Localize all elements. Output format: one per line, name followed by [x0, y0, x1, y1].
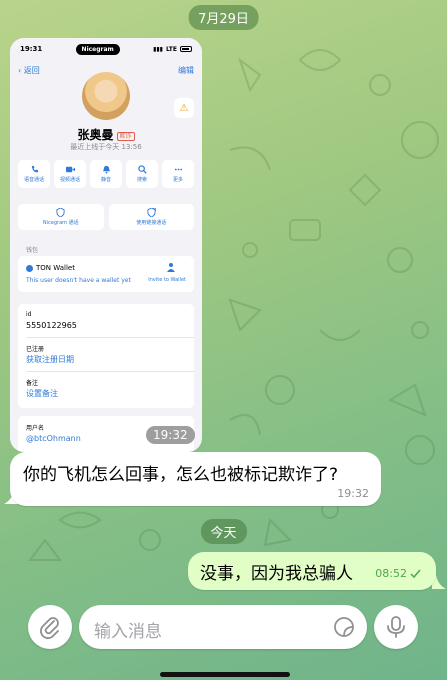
back-link: ‹ 返回: [18, 65, 40, 75]
wallet-section-label: 钱包: [26, 247, 39, 254]
action-voice-call: 语音通话: [18, 160, 50, 188]
read-check-icon: [410, 569, 421, 578]
nicegram-call-actions: Nicegram 通话 使用链接通话: [18, 204, 194, 230]
id-label: id: [26, 311, 32, 318]
battery-icon: [180, 46, 192, 52]
divider: [26, 371, 194, 372]
message-text: 没事，因为我总骗人: [200, 564, 353, 584]
action-link-call: 使用链接通话: [108, 204, 194, 230]
id-value: 5550122965: [26, 321, 77, 330]
edit-link: 编辑: [178, 65, 194, 75]
bell-icon: [102, 165, 110, 174]
message-text: 你的飞机怎么回事，怎么也被标记欺诈了?: [23, 465, 339, 485]
wallet-subtitle: This user doesn't have a wallet yet: [26, 277, 131, 284]
more-icon: [174, 168, 182, 171]
microphone-icon: [387, 616, 405, 638]
screenshot-image-message[interactable]: 19:31 Nicegram ▮▮▮ LTE ‹ 返回 编辑 ⚠ 张奥曼 欺诈 最…: [10, 38, 202, 452]
dynamic-island: Nicegram: [75, 43, 120, 55]
video-icon: [65, 166, 75, 173]
voice-record-button[interactable]: [374, 605, 418, 649]
ton-icon: [26, 264, 33, 272]
registered-value: 获取注册日期: [26, 355, 74, 364]
outgoing-message[interactable]: 没事，因为我总骗人 08:52: [188, 552, 436, 590]
status-indicators: ▮▮▮ LTE: [153, 46, 192, 53]
phone-link-icon: [147, 208, 156, 217]
message-meta: 08:52: [375, 567, 424, 580]
username-value: @btcOhmann: [26, 434, 81, 443]
profile-info-card: id 5550122965 已注册 获取注册日期 备注 设置备注: [18, 304, 194, 408]
action-more: 更多: [162, 160, 194, 188]
date-pill: 7月29日: [188, 5, 259, 30]
scam-badge: 欺诈: [116, 132, 135, 141]
sticker-icon[interactable]: [333, 616, 355, 638]
message-time: 08:52: [375, 567, 407, 580]
status-time: 19:31: [20, 45, 43, 53]
action-search: 搜索: [126, 160, 158, 188]
profile-actions: 语音通话 视频通话 静音 搜索 更多: [18, 160, 194, 188]
registered-label: 已注册: [26, 346, 45, 353]
action-nicegram-call: Nicegram 通话: [18, 204, 104, 230]
username-label: 用户名: [26, 425, 45, 432]
phone-status-bar: 19:31 Nicegram ▮▮▮ LTE: [10, 38, 202, 60]
profile-name: 张奥曼 欺诈: [10, 126, 202, 143]
action-video-call: 视频通话: [54, 160, 86, 188]
date-pill-today: 今天: [200, 519, 247, 544]
invite-person-icon: [167, 263, 175, 272]
profile-avatar: [82, 72, 130, 120]
phone-icon: [31, 165, 38, 173]
message-time: 19:32: [337, 487, 369, 500]
search-icon: [137, 165, 147, 174]
message-input[interactable]: 输入消息: [79, 605, 367, 649]
warning-icon: ⚠: [174, 98, 194, 118]
wallet-title: TON Wallet: [36, 264, 75, 272]
attach-button[interactable]: [28, 605, 72, 649]
invite-to-wallet: Invite to Wallet: [148, 277, 186, 283]
network-label: LTE: [165, 45, 177, 53]
message-input-placeholder: 输入消息: [94, 622, 162, 642]
ton-wallet-card: TON Wallet This user doesn't have a wall…: [18, 256, 194, 292]
divider: [26, 337, 194, 338]
paperclip-icon: [40, 617, 59, 639]
notes-value: 设置备注: [26, 389, 58, 398]
phone-shield-icon: [56, 208, 65, 217]
home-indicator: [160, 672, 290, 677]
last-seen: 最近上线于今天 13:56: [70, 143, 142, 151]
image-timestamp: 19:32: [146, 426, 195, 444]
notes-label: 备注: [26, 380, 39, 387]
signal-icon: ▮▮▮: [153, 45, 163, 53]
incoming-message[interactable]: 你的飞机怎么回事，怎么也被标记欺诈了? 19:32: [10, 452, 381, 506]
action-mute: 静音: [90, 160, 122, 188]
